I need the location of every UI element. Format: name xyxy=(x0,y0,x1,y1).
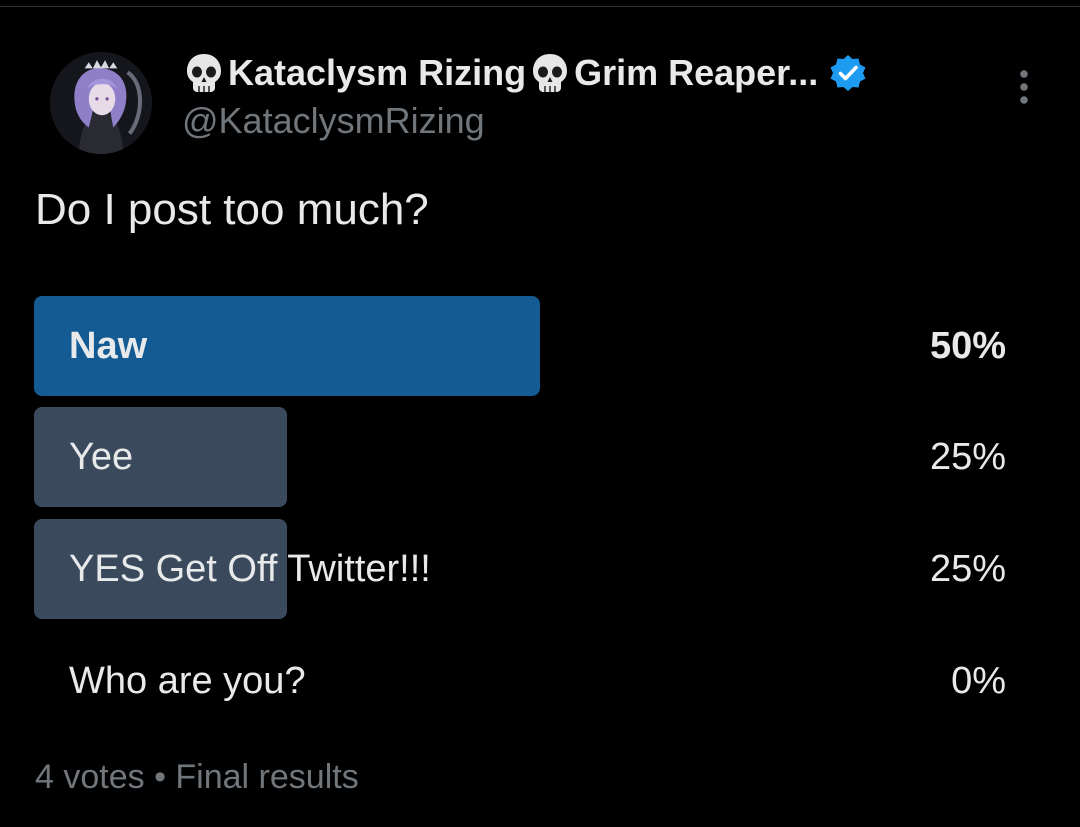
poll-option-percent: 0% xyxy=(951,660,1006,702)
poll-option-label: YES Get Off Twitter!!! xyxy=(69,548,431,590)
author-display-name-suffix: Grim Reaper... xyxy=(574,52,819,93)
author-display-name: Kataclysm Rizing xyxy=(228,52,527,93)
poll-option-percent: 25% xyxy=(929,436,1006,478)
poll-option[interactable]: Who are you? 0% xyxy=(34,631,1014,731)
top-divider xyxy=(0,6,1080,7)
post-text: Do I post too much? xyxy=(35,185,429,234)
avatar-image xyxy=(50,52,152,154)
poll-option-label: Naw xyxy=(69,325,148,367)
more-vertical-icon[interactable] xyxy=(1014,68,1034,108)
poll-option[interactable]: Yee 25% xyxy=(34,407,1014,507)
avatar[interactable] xyxy=(50,52,152,154)
poll-footer: 4 votes • Final results xyxy=(35,758,359,796)
verified-badge-icon[interactable] xyxy=(828,53,868,93)
poll-option[interactable]: Naw 50% xyxy=(34,296,1014,396)
poll-option-percent: 25% xyxy=(929,548,1006,590)
poll-option-label: Who are you? xyxy=(69,660,306,702)
skull-icon xyxy=(528,51,572,95)
poll-option-label: Yee xyxy=(69,436,134,478)
skull-icon xyxy=(182,51,226,95)
author-handle[interactable]: @KataclysmRizing xyxy=(182,100,485,142)
author-name-row[interactable]: Kataclysm Rizing Grim Reaper... xyxy=(182,50,868,96)
poll-option-percent: 50% xyxy=(929,325,1006,367)
poll-option[interactable]: YES Get Off Twitter!!! 25% xyxy=(34,519,1014,619)
